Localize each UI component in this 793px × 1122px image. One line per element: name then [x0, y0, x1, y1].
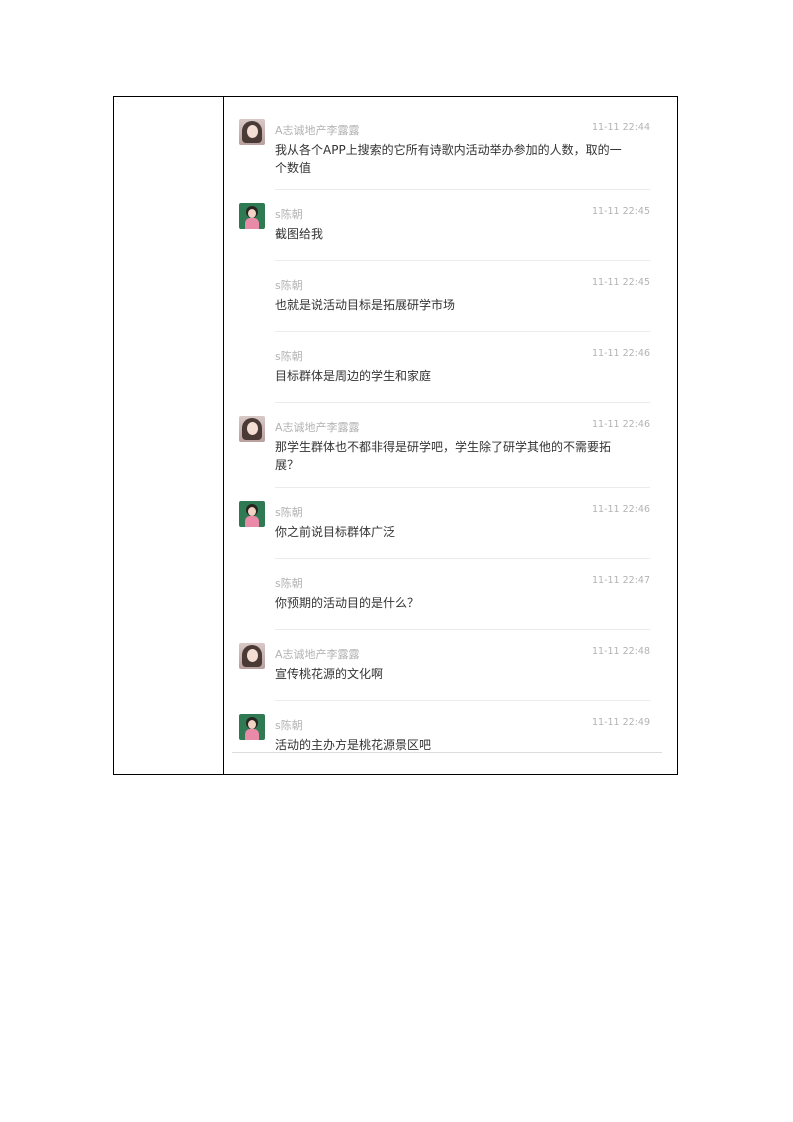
sender-name: s陈朝 [275, 577, 303, 590]
message-text: 那学生群体也不都非得是研学吧，学生除了研学其他的不需要拓展？ [275, 440, 612, 472]
message-text: 你预期的活动目的是什么？ [275, 596, 420, 610]
table-left-cell [114, 97, 224, 774]
message-divider [275, 700, 650, 701]
message-divider [275, 260, 650, 261]
message-time: 11-11 22:44 [591, 122, 650, 133]
woman-avatar-icon [239, 416, 265, 442]
message-divider [275, 558, 650, 559]
girl-avatar-icon [239, 501, 265, 527]
sender-name: A志诚地产李露露 [275, 421, 360, 434]
message-time: 11-11 22:45 [591, 277, 650, 288]
sender-name: A志诚地产李露露 [275, 124, 360, 137]
message-time: 11-11 22:47 [591, 575, 650, 586]
chat-log: A志诚地产李露露 11-11 22:44 我从各个APP上搜索的它所有诗歌内活动… [232, 97, 662, 774]
document-table: A志诚地产李露露 11-11 22:44 我从各个APP上搜索的它所有诗歌内活动… [113, 96, 678, 775]
message-time: 11-11 22:49 [591, 717, 650, 728]
woman-avatar-icon [239, 643, 265, 669]
message-divider [275, 331, 650, 332]
message-text: 你之前说目标群体广泛 [275, 525, 396, 539]
message-divider [275, 189, 650, 190]
sender-name: s陈朝 [275, 279, 303, 292]
message-divider [275, 629, 650, 630]
sender-name: s陈朝 [275, 506, 303, 519]
woman-avatar-icon [239, 119, 265, 145]
sender-name: A志诚地产李露露 [275, 648, 360, 661]
message-divider [275, 487, 650, 488]
sender-name: s陈朝 [275, 350, 303, 363]
message-text: 我从各个APP上搜索的它所有诗歌内活动举办参加的人数，取的一个数值 [275, 143, 622, 175]
sender-name: s陈朝 [275, 719, 303, 732]
message-time: 11-11 22:46 [591, 348, 650, 359]
message-text: 也就是说活动目标是拓展研学市场 [275, 298, 456, 312]
message-time: 11-11 22:45 [591, 206, 650, 217]
message-text: 宣传桃花源的文化啊 [275, 667, 384, 681]
girl-avatar-icon [239, 714, 265, 740]
message-text: 目标群体是周边的学生和家庭 [275, 369, 432, 383]
message-time: 11-11 22:46 [591, 504, 650, 515]
chat-bottom-border [232, 752, 662, 753]
message-text: 截图给我 [275, 227, 324, 241]
message-time: 11-11 22:46 [591, 419, 650, 430]
girl-avatar-icon [239, 203, 265, 229]
message-time: 11-11 22:48 [591, 646, 650, 657]
message-divider [275, 402, 650, 403]
sender-name: s陈朝 [275, 208, 303, 221]
